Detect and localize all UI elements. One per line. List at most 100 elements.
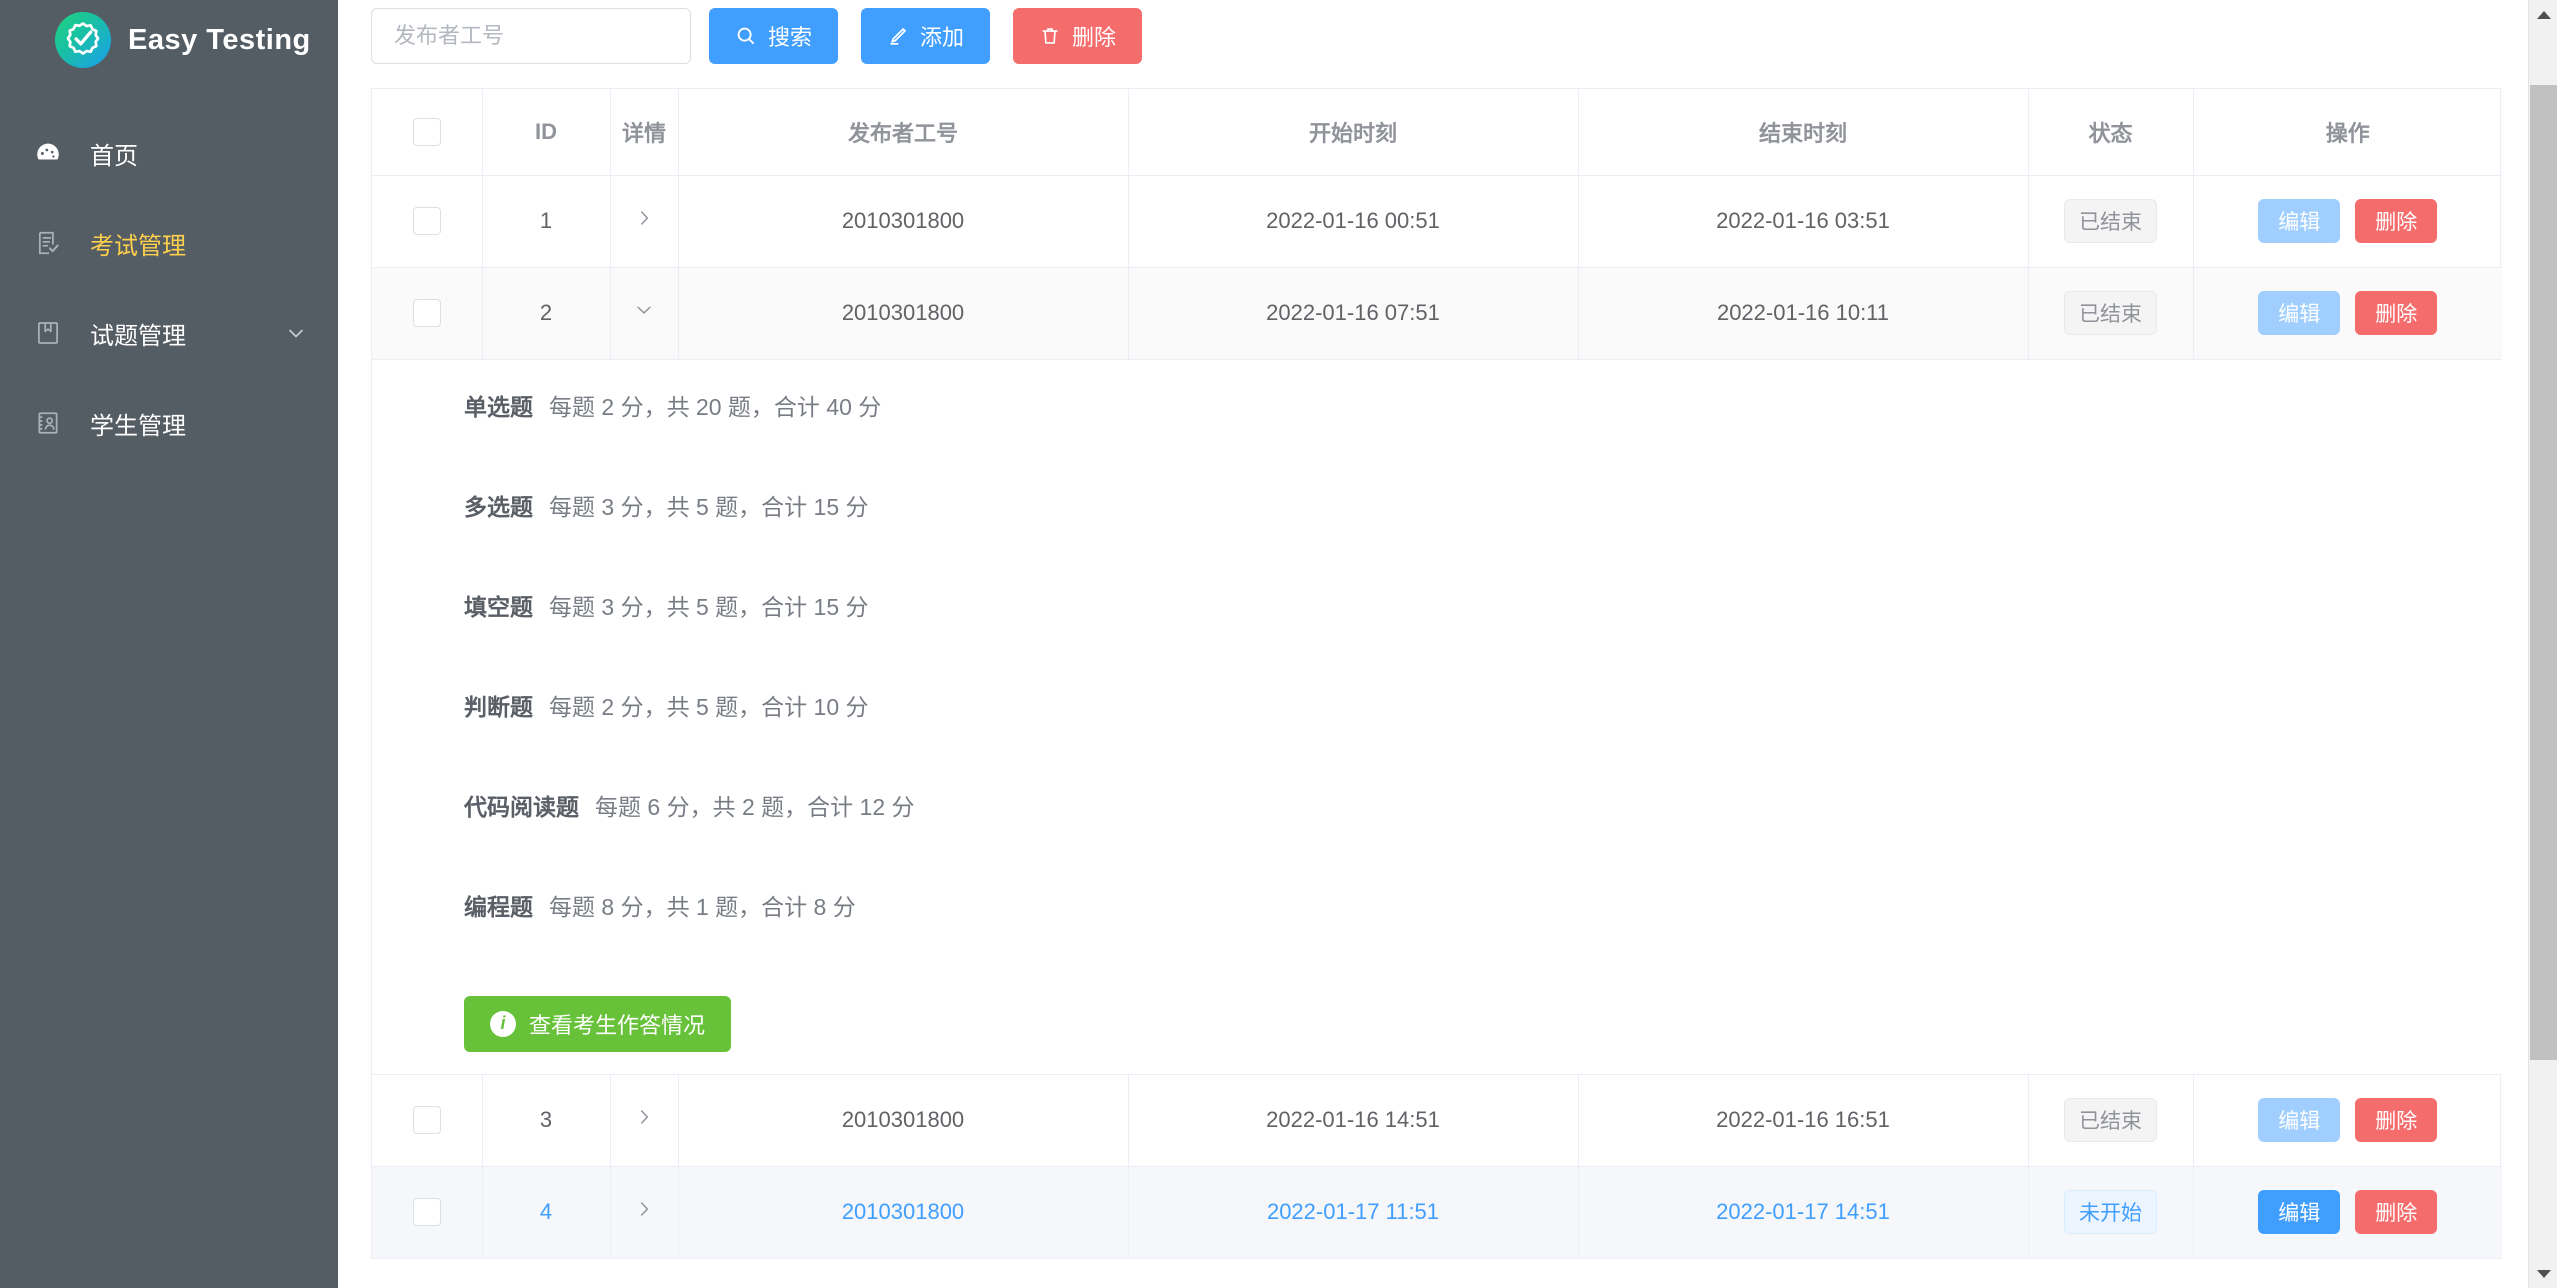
- table-head: ID 详情 发布者工号 开始时刻 结束时刻 状态 操作: [372, 89, 2502, 175]
- row-checkbox[interactable]: [413, 1106, 441, 1134]
- select-all-checkbox[interactable]: [413, 118, 441, 146]
- view-answers-button-label: 查看考生作答情况: [529, 1008, 705, 1040]
- column-header-start: 开始时刻: [1128, 89, 1578, 175]
- row-action-cell: 编辑删除: [2193, 1166, 2502, 1258]
- row-end-time: 2022-01-16 16:51: [1578, 1074, 2028, 1166]
- row-checkbox[interactable]: [413, 207, 441, 235]
- detail-row: 单选题每题 2 分，共 20 题，合计 40 分多选题每题 3 分，共 5 题，…: [372, 359, 2502, 1074]
- student-card-icon: [24, 409, 72, 437]
- row-start-time: 2022-01-16 14:51: [1128, 1074, 1578, 1166]
- edit-button: 编辑: [2258, 291, 2340, 335]
- sidebar-item-exam-management[interactable]: 考试管理: [0, 198, 338, 288]
- status-badge: 已结束: [2064, 199, 2157, 243]
- search-input[interactable]: [371, 8, 691, 64]
- row-action-cell: 编辑删除: [2193, 1074, 2502, 1166]
- detail-line: 填空题每题 3 分，共 5 题，合计 15 分: [464, 588, 2502, 688]
- row-id: 4: [482, 1166, 610, 1258]
- detail-line: 判断题每题 2 分，共 5 题，合计 10 分: [464, 688, 2502, 788]
- detail-value: 每题 3 分，共 5 题，合计 15 分: [549, 488, 869, 522]
- row-delete-button[interactable]: 删除: [2355, 1190, 2437, 1234]
- column-header-publisher: 发布者工号: [678, 89, 1128, 175]
- row-checkbox[interactable]: [413, 299, 441, 327]
- exams-table: ID 详情 发布者工号 开始时刻 结束时刻 状态 操作 120103018002…: [372, 89, 2502, 1259]
- sidebar-item-question-management[interactable]: 试题管理: [0, 288, 338, 378]
- row-action-cell: 编辑删除: [2193, 175, 2502, 267]
- column-header-action: 操作: [2193, 89, 2502, 175]
- edit-button[interactable]: 编辑: [2258, 1190, 2340, 1234]
- table-header-row: ID 详情 发布者工号 开始时刻 结束时刻 状态 操作: [372, 89, 2502, 175]
- detail-value: 每题 6 分，共 2 题，合计 12 分: [595, 788, 915, 822]
- view-answers-button[interactable]: i 查看考生作答情况: [464, 996, 731, 1052]
- row-publisher: 2010301800: [678, 267, 1128, 359]
- row-id: 3: [482, 1074, 610, 1166]
- row-detail-toggle-cell: [610, 267, 678, 359]
- chevron-right-icon[interactable]: [633, 1106, 655, 1128]
- row-select-cell: [372, 175, 482, 267]
- row-checkbox[interactable]: [413, 1198, 441, 1226]
- search-button[interactable]: 搜索: [709, 8, 838, 64]
- detail-line: 代码阅读题每题 6 分，共 2 题，合计 12 分: [464, 788, 2502, 888]
- sidebar-item-label: 试题管理: [90, 316, 186, 351]
- info-icon: i: [490, 1011, 516, 1037]
- add-button[interactable]: 添加: [861, 8, 990, 64]
- row-publisher: 2010301800: [678, 1074, 1128, 1166]
- detail-label: 单选题: [464, 388, 533, 422]
- row-delete-button[interactable]: 删除: [2355, 1098, 2437, 1142]
- row-action-cell: 编辑删除: [2193, 267, 2502, 359]
- select-all-header: [372, 89, 482, 175]
- chevron-right-icon[interactable]: [633, 207, 655, 229]
- status-badge: 未开始: [2064, 1190, 2157, 1234]
- exam-detail-panel: 单选题每题 2 分，共 20 题，合计 40 分多选题每题 3 分，共 5 题，…: [372, 360, 2502, 1074]
- table-row[interactable]: 220103018002022-01-16 07:512022-01-16 10…: [372, 267, 2502, 359]
- detail-line: 单选题每题 2 分，共 20 题，合计 40 分: [464, 388, 2502, 488]
- delete-button[interactable]: 删除: [1013, 8, 1142, 64]
- exams-table-container: ID 详情 发布者工号 开始时刻 结束时刻 状态 操作 120103018002…: [371, 88, 2501, 1259]
- detail-value: 每题 2 分，共 20 题，合计 40 分: [549, 388, 881, 422]
- scrollbar-thumb[interactable]: [2530, 85, 2557, 1060]
- detail-label: 多选题: [464, 488, 533, 522]
- row-detail-toggle-cell: [610, 175, 678, 267]
- row-id: 2: [482, 267, 610, 359]
- row-detail-toggle-cell: [610, 1074, 678, 1166]
- column-header-state: 状态: [2028, 89, 2193, 175]
- sidebar-item-label: 考试管理: [90, 226, 186, 261]
- scroll-down-arrow[interactable]: [2529, 1259, 2557, 1288]
- book-icon: [24, 319, 72, 347]
- row-delete-button[interactable]: 删除: [2355, 291, 2437, 335]
- main-content: 搜索 添加 删除: [338, 0, 2557, 1288]
- exam-checklist-icon: [24, 229, 72, 257]
- search-button-label: 搜索: [768, 20, 812, 52]
- row-start-time: 2022-01-16 07:51: [1128, 267, 1578, 359]
- chevron-right-icon[interactable]: [633, 1198, 655, 1220]
- brand[interactable]: Easy Testing: [0, 0, 338, 80]
- detail-value: 每题 2 分，共 5 题，合计 10 分: [549, 688, 869, 722]
- detail-line: 多选题每题 3 分，共 5 题，合计 15 分: [464, 488, 2502, 588]
- row-state-cell: 已结束: [2028, 1074, 2193, 1166]
- status-badge: 已结束: [2064, 291, 2157, 335]
- table-row[interactable]: 120103018002022-01-16 00:512022-01-16 03…: [372, 175, 2502, 267]
- detail-line: 编程题每题 8 分，共 1 题，合计 8 分: [464, 888, 2502, 988]
- row-delete-button[interactable]: 删除: [2355, 199, 2437, 243]
- brand-title: Easy Testing: [128, 24, 311, 57]
- sidebar-item-student-management[interactable]: 学生管理: [0, 378, 338, 468]
- scroll-up-arrow[interactable]: [2529, 0, 2557, 29]
- row-start-time: 2022-01-17 11:51: [1128, 1166, 1578, 1258]
- detail-label: 填空题: [464, 588, 533, 622]
- row-state-cell: 未开始: [2028, 1166, 2193, 1258]
- delete-button-label: 删除: [1072, 20, 1116, 52]
- row-select-cell: [372, 267, 482, 359]
- table-row[interactable]: 420103018002022-01-17 11:512022-01-17 14…: [372, 1166, 2502, 1258]
- detail-value: 每题 3 分，共 5 题，合计 15 分: [549, 588, 869, 622]
- row-state-cell: 已结束: [2028, 175, 2193, 267]
- detail-label: 判断题: [464, 688, 533, 722]
- sidebar-item-home[interactable]: 首页: [0, 108, 338, 198]
- vertical-scrollbar[interactable]: [2528, 0, 2557, 1288]
- row-start-time: 2022-01-16 00:51: [1128, 175, 1578, 267]
- detail-panel-cell: 单选题每题 2 分，共 20 题，合计 40 分多选题每题 3 分，共 5 题，…: [372, 359, 2502, 1074]
- add-button-label: 添加: [920, 20, 964, 52]
- chevron-down-icon[interactable]: [633, 299, 655, 321]
- row-end-time: 2022-01-17 14:51: [1578, 1166, 2028, 1258]
- table-row[interactable]: 3 20103018002022-01-16 14:512022-01-16 16…: [372, 1074, 2502, 1166]
- chevron-down-icon[interactable]: [284, 321, 308, 345]
- column-header-end: 结束时刻: [1578, 89, 2028, 175]
